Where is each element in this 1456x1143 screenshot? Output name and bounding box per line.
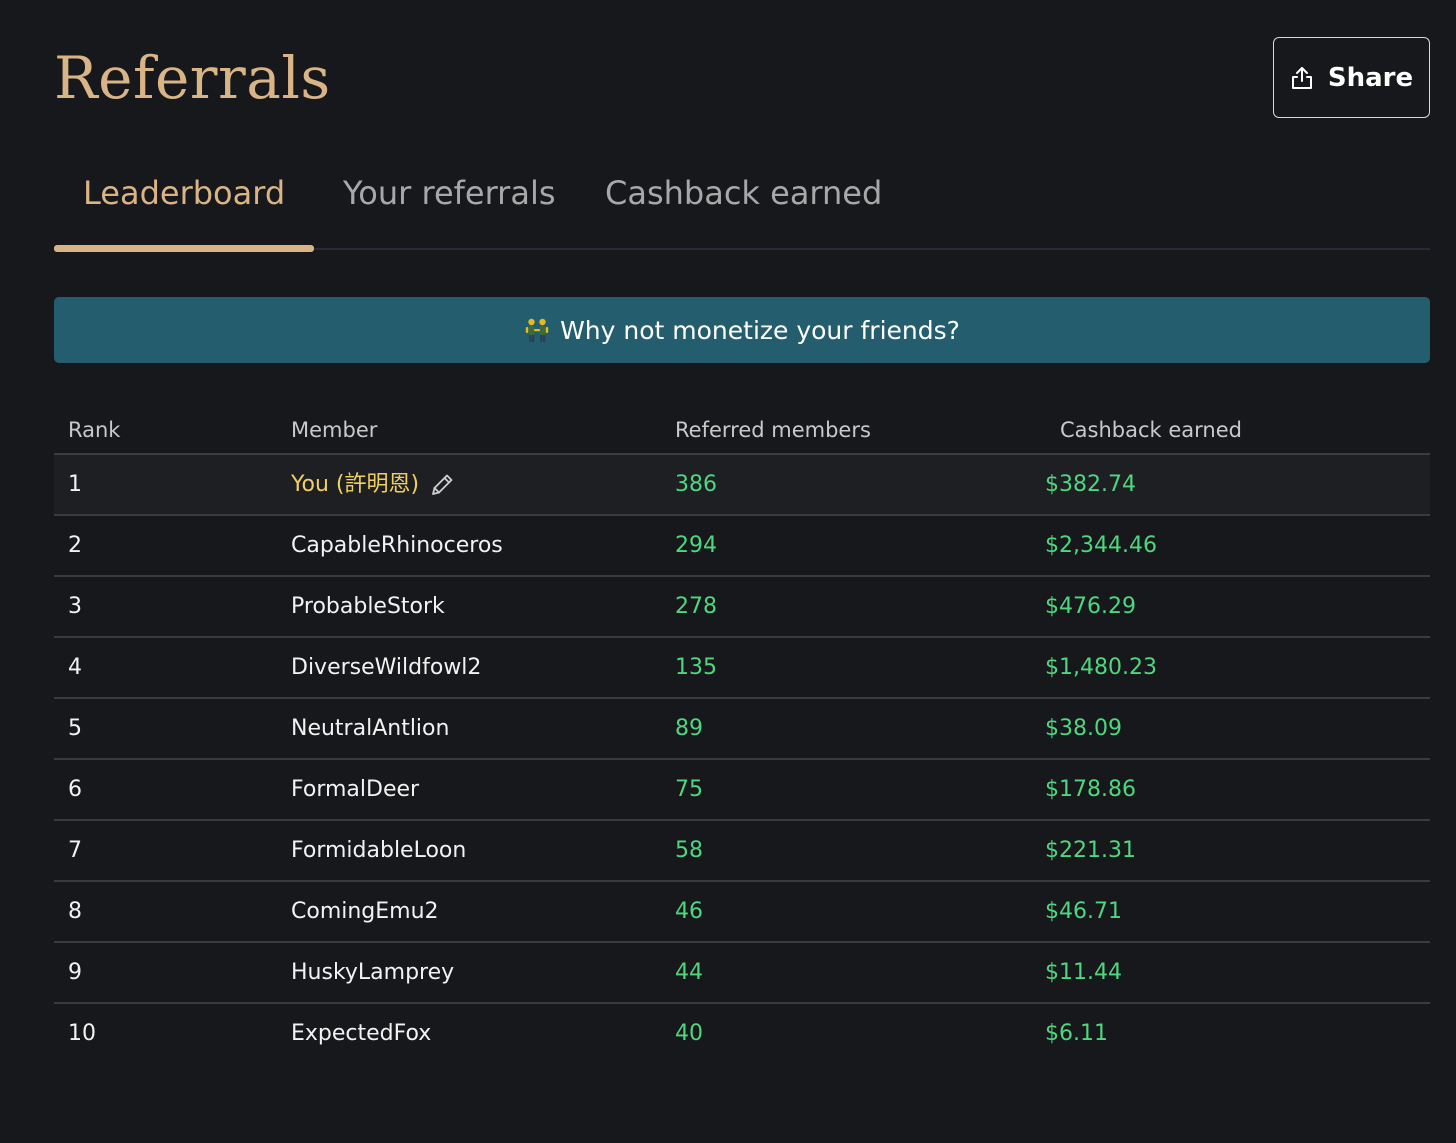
cashback-cell: $6.11 bbox=[1045, 1021, 1108, 1046]
pencil-edit-icon[interactable] bbox=[429, 472, 455, 498]
share-upload-icon bbox=[1290, 65, 1314, 91]
page-title: Referrals bbox=[54, 44, 331, 112]
referred-count-cell: 278 bbox=[675, 594, 717, 619]
tab-bar: Leaderboard Your referrals Cashback earn… bbox=[54, 155, 1430, 253]
column-header-referred-members: Referred members bbox=[675, 418, 871, 442]
referred-count-cell: 40 bbox=[675, 1021, 703, 1046]
table-row: 5 NeutralAntlion 89 $38.09 bbox=[54, 699, 1430, 760]
cashback-cell: $476.29 bbox=[1045, 594, 1136, 619]
column-header-rank: Rank bbox=[68, 418, 121, 442]
cashback-cell: $178.86 bbox=[1045, 777, 1136, 802]
column-header-member: Member bbox=[291, 418, 378, 442]
referred-count-cell: 386 bbox=[675, 472, 717, 497]
rank-cell: 10 bbox=[68, 1021, 96, 1046]
member-cell: HuskyLamprey bbox=[291, 960, 455, 985]
table-header: Rank Member Referred members Cashback ea… bbox=[54, 400, 1430, 455]
tab-cashback-earned[interactable]: Cashback earned bbox=[605, 155, 882, 231]
rank-cell: 1 bbox=[68, 472, 82, 497]
column-header-cashback-earned: Cashback earned bbox=[1060, 418, 1242, 442]
rank-cell: 2 bbox=[68, 533, 82, 558]
leaderboard-table: Rank Member Referred members Cashback ea… bbox=[54, 400, 1430, 1063]
member-cell: ExpectedFox bbox=[291, 1021, 432, 1046]
referrals-page: Referrals Share Leaderboard Your referra… bbox=[0, 0, 1456, 1143]
share-button[interactable]: Share bbox=[1273, 37, 1430, 118]
table-row-you: 1 You (許明恩) 386 $382.74 bbox=[54, 455, 1430, 516]
active-tab-indicator bbox=[54, 245, 314, 252]
member-name: You (許明恩) bbox=[291, 472, 420, 497]
member-cell: DiverseWildfowl2 bbox=[291, 655, 482, 680]
tab-your-referrals[interactable]: Your referrals bbox=[343, 155, 556, 231]
cashback-cell: $46.71 bbox=[1045, 899, 1122, 924]
cashback-cell: $2,344.46 bbox=[1045, 533, 1157, 558]
people-holding-hands-icon bbox=[524, 317, 550, 343]
member-cell: FormalDeer bbox=[291, 777, 420, 802]
cashback-cell: $38.09 bbox=[1045, 716, 1122, 741]
table-row: 10 ExpectedFox 40 $6.11 bbox=[54, 1004, 1430, 1063]
referred-count-cell: 89 bbox=[675, 716, 703, 741]
cashback-cell: $11.44 bbox=[1045, 960, 1122, 985]
table-row: 4 DiverseWildfowl2 135 $1,480.23 bbox=[54, 638, 1430, 699]
referred-count-cell: 75 bbox=[675, 777, 703, 802]
member-cell: NeutralAntlion bbox=[291, 716, 450, 741]
cashback-cell: $221.31 bbox=[1045, 838, 1136, 863]
rank-cell: 7 bbox=[68, 838, 82, 863]
rank-cell: 8 bbox=[68, 899, 82, 924]
member-cell: You (許明恩) bbox=[291, 455, 455, 515]
rank-cell: 5 bbox=[68, 716, 82, 741]
member-cell: ProbableStork bbox=[291, 594, 445, 619]
referred-count-cell: 58 bbox=[675, 838, 703, 863]
referred-count-cell: 44 bbox=[675, 960, 703, 985]
table-row: 2 CapableRhinoceros 294 $2,344.46 bbox=[54, 516, 1430, 577]
table-row: 3 ProbableStork 278 $476.29 bbox=[54, 577, 1430, 638]
referred-count-cell: 294 bbox=[675, 533, 717, 558]
referred-count-cell: 135 bbox=[675, 655, 717, 680]
rank-cell: 4 bbox=[68, 655, 82, 680]
table-row: 8 ComingEmu2 46 $46.71 bbox=[54, 882, 1430, 943]
table-row: 6 FormalDeer 75 $178.86 bbox=[54, 760, 1430, 821]
rank-cell: 6 bbox=[68, 777, 82, 802]
referred-count-cell: 46 bbox=[675, 899, 703, 924]
cashback-cell: $1,480.23 bbox=[1045, 655, 1157, 680]
rank-cell: 9 bbox=[68, 960, 82, 985]
table-row: 7 FormidableLoon 58 $221.31 bbox=[54, 821, 1430, 882]
banner-text: Why not monetize your friends? bbox=[560, 315, 960, 345]
member-cell: CapableRhinoceros bbox=[291, 533, 503, 558]
share-button-label: Share bbox=[1327, 62, 1414, 93]
member-cell: ComingEmu2 bbox=[291, 899, 439, 924]
member-cell: FormidableLoon bbox=[291, 838, 467, 863]
tab-leaderboard[interactable]: Leaderboard bbox=[83, 155, 285, 231]
monetize-banner[interactable]: Why not monetize your friends? bbox=[54, 297, 1430, 363]
cashback-cell: $382.74 bbox=[1045, 472, 1136, 497]
rank-cell: 3 bbox=[68, 594, 82, 619]
table-row: 9 HuskyLamprey 44 $11.44 bbox=[54, 943, 1430, 1004]
